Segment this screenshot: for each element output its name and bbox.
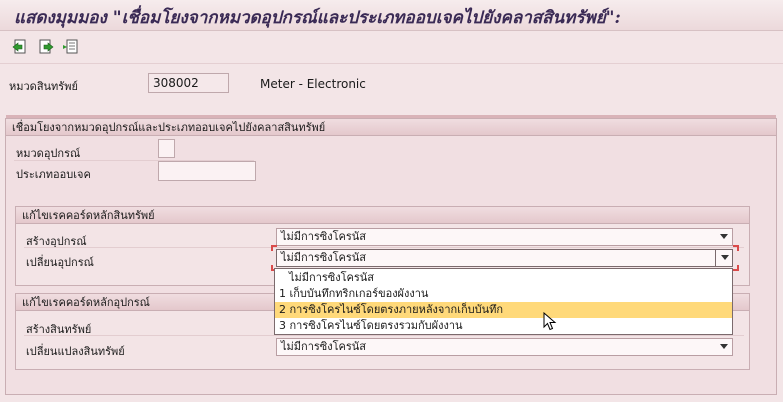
change-asset-label: เปลี่ยนแปลงสินทรัพย์ — [26, 345, 125, 358]
dropdown-option[interactable]: 1 เก็บบันทึกทริกเกอร์ของผังงาน — [275, 286, 732, 302]
toolbar — [0, 31, 783, 64]
back-icon[interactable] — [10, 37, 30, 57]
create-equipment-dropdown[interactable]: ไม่มีการซิงโครนัส — [276, 228, 733, 246]
change-equipment-dropdown[interactable]: ไม่มีการซิงโครนัส — [276, 249, 733, 267]
create-equipment-value: ไม่มีการซิงโครนัส — [281, 230, 367, 243]
change-asset-value: ไม่มีการซิงโครนัส — [281, 340, 367, 353]
object-type-label: ประเภทออบเจค — [16, 168, 91, 181]
dropdown-option-highlighted[interactable]: 2 การซิงโครไนซ์โดยตรงภายหลังจากเก็บบันทึ… — [275, 302, 732, 318]
dropdown-option[interactable]: 3 การซิงโครไนซ์โดยตรงรวมกับผังงาน — [275, 318, 732, 334]
asset-class-description: Meter - Electronic — [260, 77, 366, 91]
dropdown-button[interactable] — [715, 250, 732, 266]
change-asset-dropdown[interactable]: ไม่มีการซิงโครนัส — [276, 338, 733, 356]
object-type-field[interactable] — [158, 161, 256, 181]
forward-icon[interactable] — [36, 37, 56, 57]
link-group-title: เชื่อมโยงจากหมวดอุปกรณ์และประเภทออบเจคไป… — [6, 119, 776, 136]
chevron-down-icon — [720, 344, 728, 349]
change-equipment-label: เปลี่ยนอุปกรณ์ — [26, 256, 94, 269]
equipment-category-field[interactable] — [158, 139, 175, 158]
title-bar: แสดงมุมมอง "เชื่อมโยงจากหมวดอุปกรณ์และปร… — [0, 0, 783, 31]
page-title: แสดงมุมมอง "เชื่อมโยงจากหมวดอุปกรณ์และปร… — [14, 8, 621, 28]
dropdown-list: ไม่มีการซิงโครนัส 1 เก็บบันทึกทริกเกอร์ข… — [274, 268, 733, 335]
chevron-down-icon — [720, 234, 728, 239]
dropdown-option[interactable]: ไม่มีการซิงโครนัส — [275, 270, 732, 286]
chevron-down-icon — [721, 255, 729, 260]
asset-master-group-title: แก้ไขเรคคอร์ดหลักสินทรัพย์ — [16, 207, 749, 224]
mouse-cursor-icon — [543, 311, 557, 335]
asset-class-field[interactable]: 308002 — [148, 73, 229, 93]
change-equipment-value: ไม่มีการซิงโครนัส — [281, 251, 367, 264]
asset-class-label: หมวดสินทรัพย์ — [9, 80, 78, 93]
export-icon[interactable] — [60, 37, 80, 57]
